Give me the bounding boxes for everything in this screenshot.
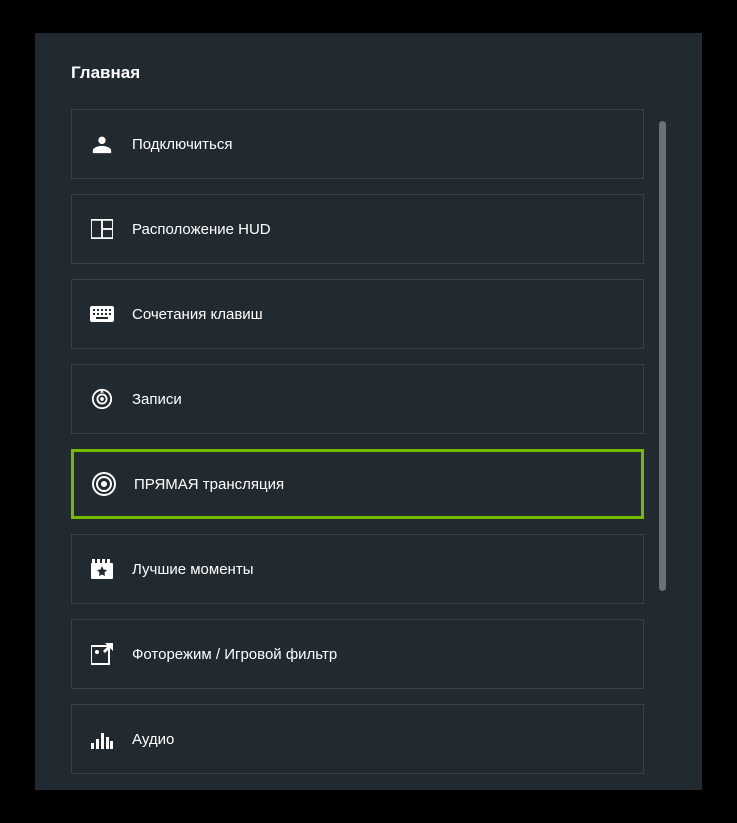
settings-panel: Главная Подключиться Расположение HUD Со… [35,33,702,790]
menu-item-label: Лучшие моменты [132,561,254,578]
menu-item-broadcast[interactable]: ПРЯМАЯ трансляция [71,449,644,519]
settings-list: Подключиться Расположение HUD Сочетания … [71,109,666,774]
menu-item-label: ПРЯМАЯ трансляция [134,476,284,493]
audio-icon [72,729,132,749]
menu-item-label: Аудио [132,731,174,748]
menu-item-label: Записи [132,391,182,408]
highlights-icon [72,559,132,579]
app-window: Главная Подключиться Расположение HUD Со… [0,0,737,823]
menu-item-highlights[interactable]: Лучшие моменты [71,534,644,604]
record-icon [72,388,132,410]
menu-item-label: Сочетания клавиш [132,306,263,323]
menu-item-audio[interactable]: Аудио [71,704,644,774]
menu-item-connect[interactable]: Подключиться [71,109,644,179]
scrollbar[interactable] [659,121,666,591]
user-icon [72,133,132,155]
page-title: Главная [71,63,666,83]
layout-icon [72,219,132,239]
menu-item-photo-mode[interactable]: Фоторежим / Игровой фильтр [71,619,644,689]
menu-item-label: Подключиться [132,136,232,153]
menu-item-hud-layout[interactable]: Расположение HUD [71,194,644,264]
menu-item-label: Фоторежим / Игровой фильтр [132,646,337,663]
menu-item-label: Расположение HUD [132,221,271,238]
menu-item-recordings[interactable]: Записи [71,364,644,434]
photo-icon [72,643,132,665]
menu-item-keyboard-shortcuts[interactable]: Сочетания клавиш [71,279,644,349]
broadcast-icon [74,472,134,496]
keyboard-icon [72,306,132,322]
